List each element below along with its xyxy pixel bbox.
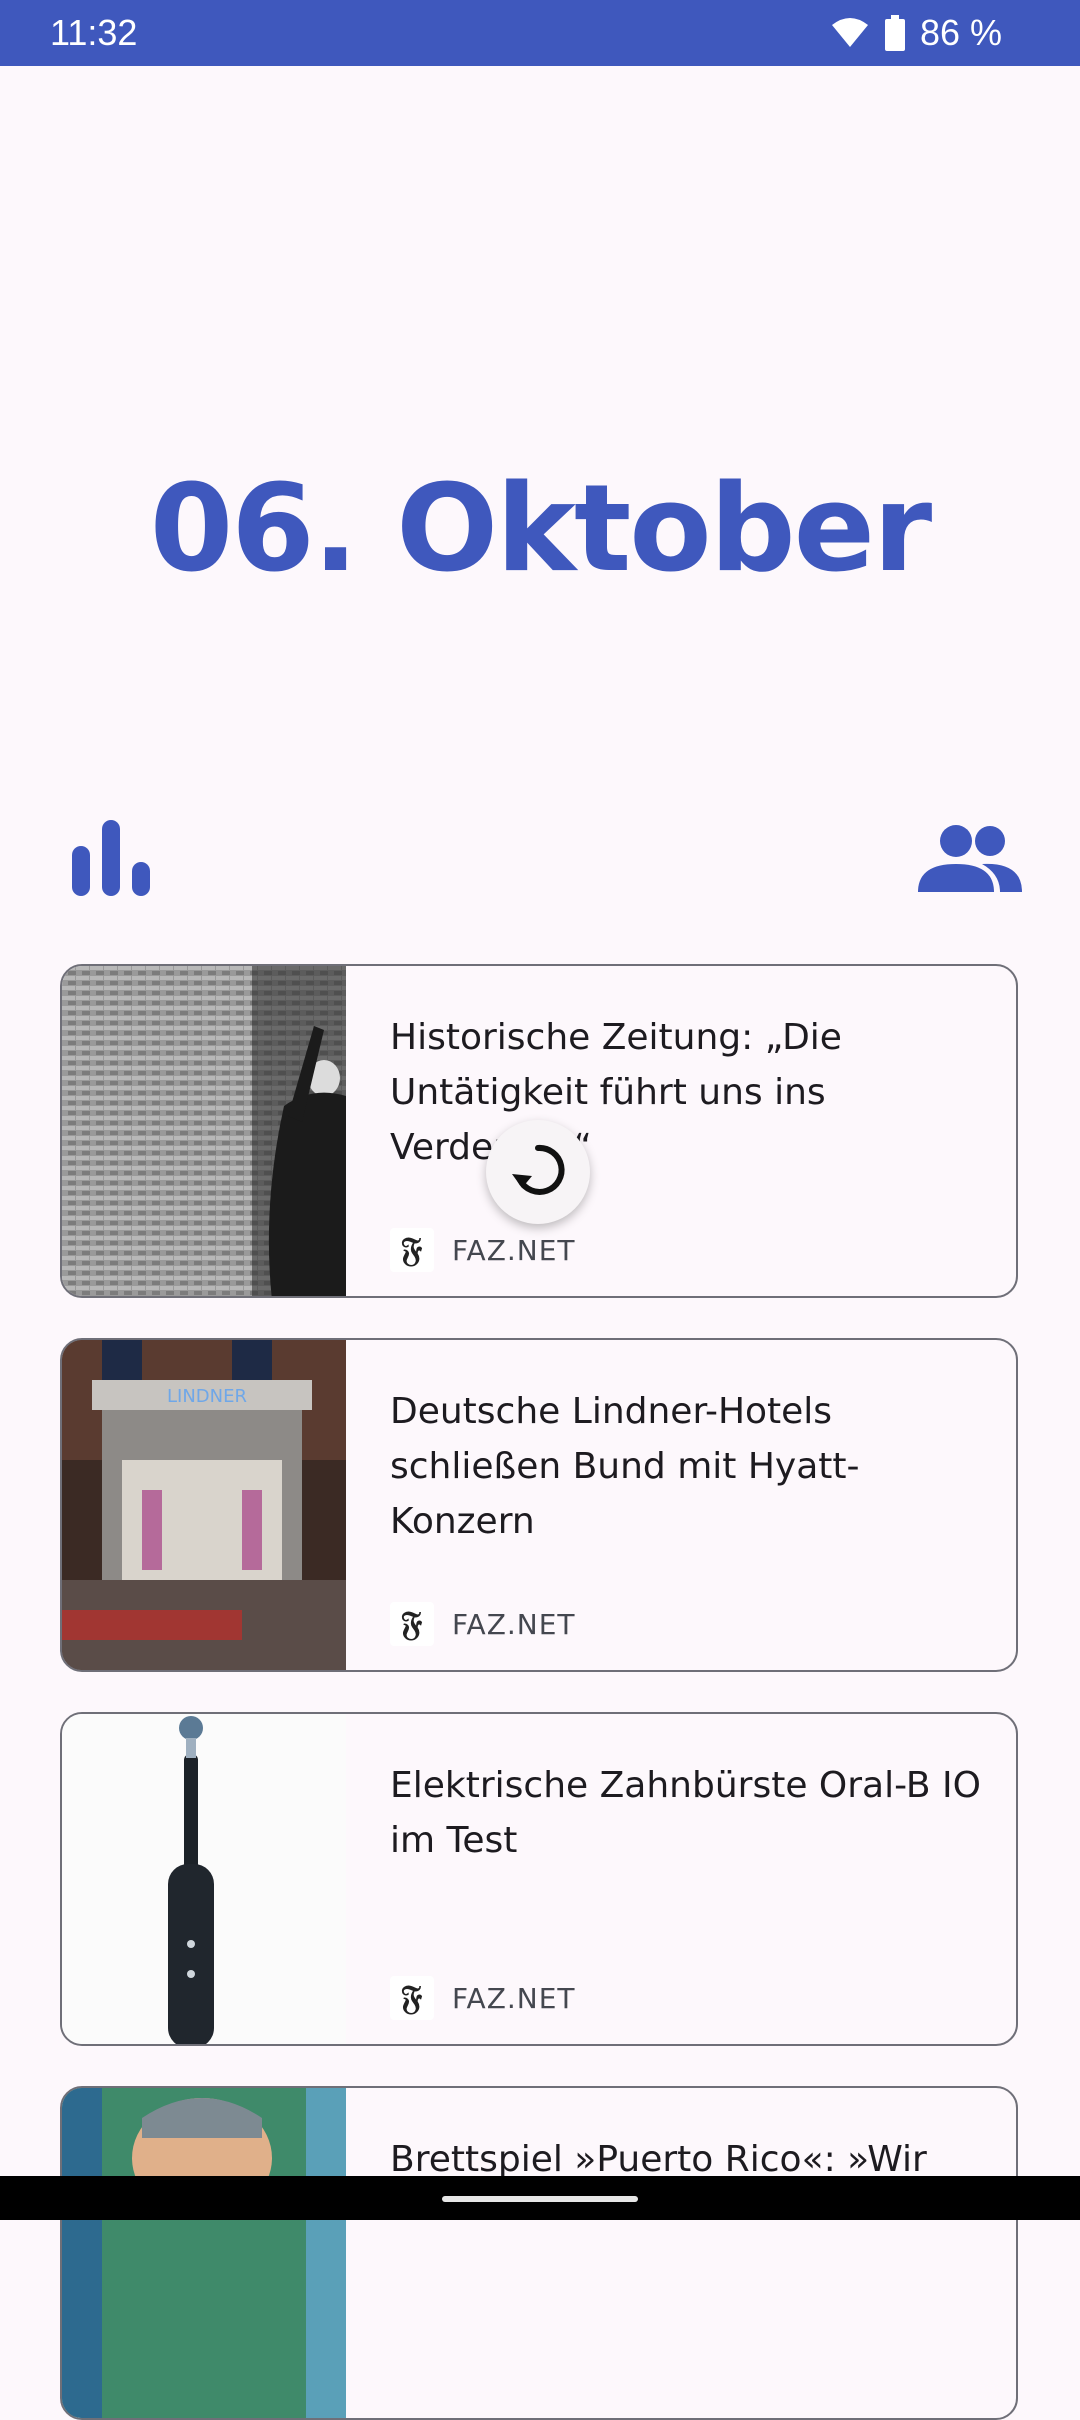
wifi-icon (830, 17, 870, 49)
refresh-button[interactable] (486, 1120, 590, 1224)
article-title: Elektrische Zahnbürste Oral-B IO im Test (390, 1765, 981, 1861)
system-nav-bar (0, 2176, 1080, 2220)
article-source-label: FAZ.NET (452, 1981, 576, 2015)
faz-logo-icon: 𝔉 (390, 1602, 434, 1646)
people-icon[interactable] (918, 824, 1022, 892)
article-card-4[interactable]: Brettspiel »Puerto Rico«: »Wir (60, 2086, 1018, 2420)
article-card-3[interactable]: Elektrische Zahnbürste Oral-B IO im Test… (60, 1712, 1018, 2046)
article-source: 𝔉 FAZ.NET (390, 1228, 576, 1272)
article-thumbnail: LINDNER (62, 1340, 346, 1670)
home-gesture-handle[interactable] (442, 2196, 638, 2202)
status-bar: 11:32 86 % (0, 0, 1080, 66)
article-card-2[interactable]: LINDNER Deutsche Lindner-Hotels schließe… (60, 1338, 1018, 1672)
article-source: 𝔉 FAZ.NET (390, 1976, 576, 2020)
page-title: 06. Oktober (149, 460, 932, 599)
article-source-label: FAZ.NET (452, 1233, 576, 1267)
refresh-icon (508, 1140, 568, 1205)
faz-logo-icon: 𝔉 (390, 1976, 434, 2020)
article-title: Deutsche Lindner-Hotels schließen Bund m… (390, 1391, 860, 1542)
faz-logo-icon: 𝔉 (390, 1228, 434, 1272)
article-source-label: FAZ.NET (452, 1607, 576, 1641)
article-thumbnail (62, 966, 346, 1296)
article-source: 𝔉 FAZ.NET (390, 1602, 576, 1646)
article-thumbnail (62, 2088, 346, 2418)
status-right: 86 % (830, 12, 1002, 54)
article-thumbnail (62, 1714, 346, 2044)
battery-icon (884, 15, 906, 51)
status-time: 11:32 (50, 12, 138, 53)
article-title: Historische Zeitung: „Die Untätigkeit fü… (390, 1017, 842, 1168)
bar-chart-icon[interactable] (72, 820, 150, 896)
battery-level: 86 % (919, 12, 1002, 53)
hotel-sign-text: LINDNER (167, 1386, 247, 1407)
